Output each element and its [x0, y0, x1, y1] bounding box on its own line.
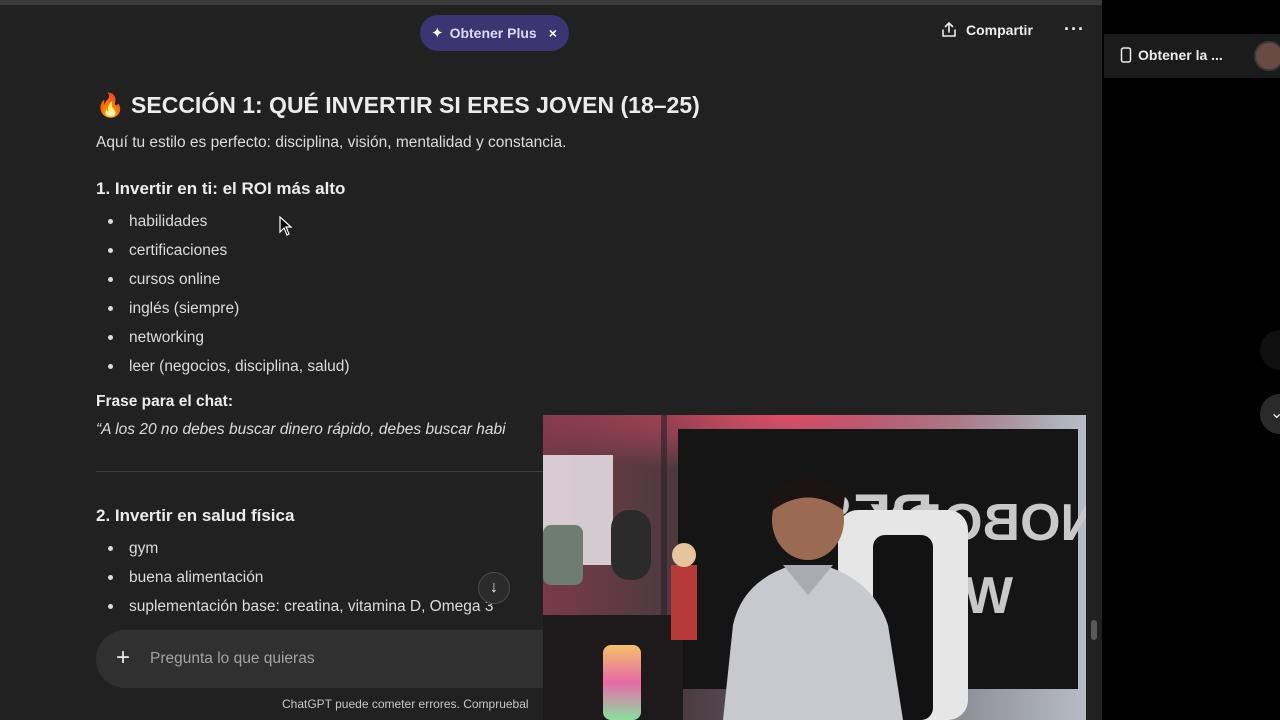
mouse-cursor-icon [279, 216, 293, 236]
list-item: certificaciones [107, 239, 996, 268]
section-title: SECCIÓN 1: QUÉ INVERTIR SI ERES JOVEN (1… [131, 92, 700, 118]
phone-icon [1120, 47, 1132, 63]
section-heading: 🔥 SECCIÓN 1: QUÉ INVERTIR SI ERES JOVEN … [96, 86, 996, 124]
get-plus-label: Obtener Plus [449, 25, 537, 41]
intro-paragraph: Aquí tu estilo es perfecto: disciplina, … [96, 134, 567, 151]
list-item: inglés (siempre) [107, 297, 996, 326]
scrollbar-thumb[interactable] [1091, 620, 1097, 640]
list-item: leer (negocios, disciplina, salud) [107, 355, 996, 384]
top-bar: ✦ Obtener Plus × Compartir ··· [0, 5, 1102, 59]
more-options-icon[interactable]: ··· [1064, 19, 1085, 40]
right-panel-bar: Obtener la ... [1104, 34, 1280, 78]
share-icon [942, 22, 956, 37]
right-side-panel: Obtener la ... ⌄ [1102, 0, 1280, 720]
scroll-up-control[interactable] [1260, 330, 1280, 370]
disclaimer-text: ChatGPT puede cometer errores. Comprueba… [282, 697, 529, 711]
chevron-down-icon[interactable]: ⌄ [1260, 394, 1280, 434]
list-item: cursos online [107, 268, 996, 297]
get-app-button[interactable]: Obtener la ... [1120, 47, 1223, 63]
fire-icon: 🔥 [96, 92, 125, 118]
share-button[interactable]: Compartir [940, 21, 1033, 39]
subheading-invest-in-you: 1. Invertir en ti: el ROI más alto [96, 179, 346, 198]
webcam-video-frame: RES NOBODY WO [543, 415, 1086, 720]
invest-in-you-list: habilidades certificaciones cursos onlin… [96, 210, 996, 384]
add-attachment-icon[interactable]: + [116, 644, 130, 672]
chat-phrase-label: Frase para el chat: [96, 393, 233, 410]
sparkle-icon: ✦ [431, 25, 444, 42]
list-item: networking [107, 326, 996, 355]
get-plus-button[interactable]: ✦ Obtener Plus × [420, 15, 569, 51]
list-item: habilidades [107, 210, 996, 239]
get-app-label: Obtener la ... [1138, 47, 1223, 63]
close-icon[interactable]: × [549, 25, 557, 41]
share-label: Compartir [966, 22, 1033, 38]
webcam-overlay: RES NOBODY WO [543, 415, 1086, 720]
arrow-down-icon: ↓ [490, 579, 498, 596]
scroll-to-bottom-button[interactable]: ↓ [478, 572, 510, 604]
user-avatar[interactable] [1254, 41, 1280, 71]
